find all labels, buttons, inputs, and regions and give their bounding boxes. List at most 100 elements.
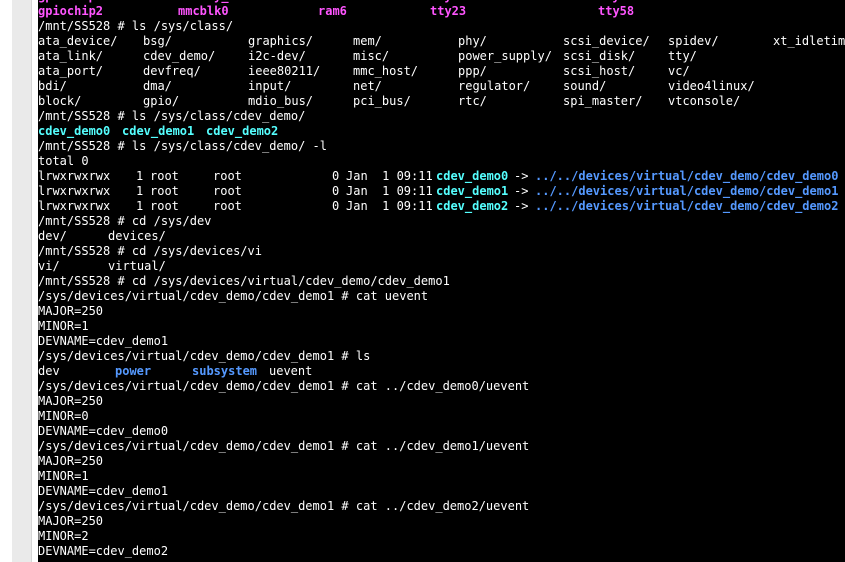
class-entry: ieee80211/ <box>248 64 321 78</box>
command-line: /sys/devices/virtual/cdev_demo/cdev_demo… <box>38 379 530 393</box>
class-entry: vtconsole/ <box>668 94 741 108</box>
cdev-entry: cdev_demo1 <box>122 124 195 138</box>
class-entry: regulator/ <box>458 79 531 93</box>
command-line: /mnt/SS528 # cd /sys/devices/vi <box>38 244 262 258</box>
terminal-output[interactable]: gpiochip1s memory_bandwidth ram5 tty22 t… <box>38 0 845 562</box>
class-row: block/ gpio/ mdio_bus/ pci_bus/ rtc/ spi… <box>38 94 845 109</box>
group: root <box>213 184 242 198</box>
symlink-name: cdev_demo0 <box>436 169 509 183</box>
class-entry: spidev/ <box>668 34 719 48</box>
completion-entry: dev/ <box>38 229 67 243</box>
class-row: bdi/ dma/ input/ net/ regulator/ sound/ … <box>38 79 845 94</box>
terminal-window: gpiochip1s memory_bandwidth ram5 tty22 t… <box>0 0 845 562</box>
class-entry: block/ <box>38 94 82 108</box>
arrow: -> <box>514 184 529 198</box>
class-row: ata_link/ cdev_demo/ i2c-dev/ misc/ powe… <box>38 49 845 64</box>
class-entry: bdi/ <box>38 79 67 93</box>
symlink-name: cdev_demo1 <box>436 184 509 198</box>
arrow: -> <box>514 199 529 213</box>
permissions: lrwxrwxrwx <box>38 184 111 198</box>
output-line: total 0 <box>38 154 89 168</box>
size: 0 <box>332 184 340 198</box>
ls-listing: dev power subsystem uevent <box>38 364 845 379</box>
class-entry: power_supply/ <box>458 49 552 63</box>
class-entry: tty/ <box>668 49 697 63</box>
output-line: MINOR=2 <box>38 529 89 543</box>
output-line: MINOR=1 <box>38 319 89 333</box>
class-entry: scsi_device/ <box>563 34 650 48</box>
class-entry: xt_idletimer/ <box>773 34 845 48</box>
owner: root <box>150 199 179 213</box>
command-line: /sys/devices/virtual/cdev_demo/cdev_demo… <box>38 439 530 453</box>
class-entry: bsg/ <box>143 34 172 48</box>
command-line: /mnt/SS528 # ls /sys/class/cdev_demo/ <box>38 109 306 123</box>
owner: root <box>150 184 179 198</box>
owner: root <box>150 169 179 183</box>
class-row: ata_device/ bsg/ graphics/ mem/ phy/ scs… <box>38 34 845 49</box>
class-entry: vc/ <box>668 64 690 78</box>
command-line: /sys/devices/virtual/cdev_demo/cdev_demo… <box>38 349 371 363</box>
output-line: MAJOR=250 <box>38 514 104 528</box>
link-count: 1 <box>136 184 144 198</box>
class-entry: scsi_host/ <box>563 64 636 78</box>
class-entry: i2c-dev/ <box>248 49 306 63</box>
class-row: ata_port/ devfreq/ ieee80211/ mmc_host/ … <box>38 64 845 79</box>
output-line: DEVNAME=cdev_demo1 <box>38 484 169 498</box>
device-entry: tty23 <box>430 4 467 18</box>
device-entry: mmcblk0 <box>178 4 229 18</box>
left-gutter <box>0 0 32 562</box>
symlink-name: cdev_demo2 <box>436 199 509 213</box>
dir-entry: subsystem <box>192 364 258 378</box>
output-line: MINOR=0 <box>38 409 89 423</box>
long-listing-row: lrwxrwxrwx 1 root root 0 Jan 1 09:11 cde… <box>38 199 845 214</box>
class-entry: spi_master/ <box>563 94 643 108</box>
device-entry: tty58 <box>598 4 635 18</box>
class-entry: ata_device/ <box>38 34 118 48</box>
command-line: /mnt/SS528 # cd /sys/devices/virtual/cde… <box>38 274 450 288</box>
completion-row: dev/ devices/ <box>38 229 845 244</box>
file-entry: uevent <box>269 364 313 378</box>
group: root <box>213 169 242 183</box>
class-entry: graphics/ <box>248 34 314 48</box>
command-line: /mnt/SS528 # cd /sys/dev <box>38 214 212 228</box>
date: Jan 1 09:11 <box>346 169 433 183</box>
group: root <box>213 199 242 213</box>
long-listing-row: lrwxrwxrwx 1 root root 0 Jan 1 09:11 cde… <box>38 169 845 184</box>
date: Jan 1 09:11 <box>346 184 433 198</box>
class-entry: dma/ <box>143 79 172 93</box>
output-line: MAJOR=250 <box>38 394 104 408</box>
class-entry: mem/ <box>353 34 382 48</box>
size: 0 <box>332 169 340 183</box>
class-entry: input/ <box>248 79 292 93</box>
cdev-entry: cdev_demo0 <box>38 124 111 138</box>
class-entry: scsi_disk/ <box>563 49 636 63</box>
symlink-target: ../../devices/virtual/cdev_demo/cdev_dem… <box>535 169 839 183</box>
output-line: gpiochip2 mmcblk0 ram6 tty23 tty58 <box>38 4 845 19</box>
class-entry: gpio/ <box>143 94 180 108</box>
command-line: /sys/devices/virtual/cdev_demo/cdev_demo… <box>38 499 530 513</box>
class-entry: ata_link/ <box>38 49 104 63</box>
gutter-strip <box>12 0 32 562</box>
completion-entry: vi/ <box>38 259 60 273</box>
cdev-listing: cdev_demo0 cdev_demo1 cdev_demo2 <box>38 124 845 139</box>
output-line: MINOR=1 <box>38 469 89 483</box>
permissions: lrwxrwxrwx <box>38 169 111 183</box>
completion-entry: devices/ <box>108 229 166 243</box>
class-entry: sound/ <box>563 79 607 93</box>
output-line: DEVNAME=cdev_demo0 <box>38 424 169 438</box>
long-listing-row: lrwxrwxrwx 1 root root 0 Jan 1 09:11 cde… <box>38 184 845 199</box>
size: 0 <box>332 199 340 213</box>
command-line: /sys/devices/virtual/cdev_demo/cdev_demo… <box>38 289 429 303</box>
dir-entry: power <box>115 364 152 378</box>
class-entry: ppp/ <box>458 64 487 78</box>
class-entry: pci_bus/ <box>353 94 411 108</box>
class-entry: devfreq/ <box>143 64 201 78</box>
class-entry: ata_port/ <box>38 64 104 78</box>
cdev-entry: cdev_demo2 <box>206 124 279 138</box>
class-entry: phy/ <box>458 34 487 48</box>
file-entry: dev <box>38 364 60 378</box>
symlink-target: ../../devices/virtual/cdev_demo/cdev_dem… <box>535 199 839 213</box>
output-line: DEVNAME=cdev_demo1 <box>38 334 169 348</box>
output-line: DEVNAME=cdev_demo2 <box>38 544 169 558</box>
link-count: 1 <box>136 199 144 213</box>
